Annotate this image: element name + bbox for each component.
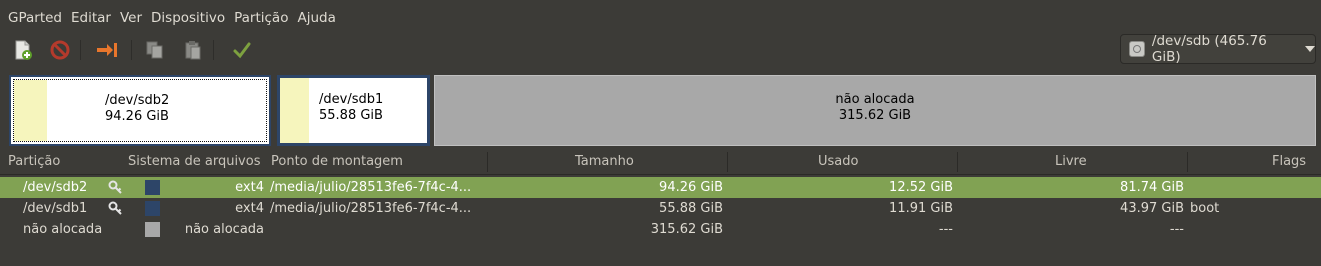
new-partition-button[interactable] [10, 37, 36, 63]
cell-mountpoint: /media/julio/28513fe6-7f4c-4... [270, 180, 472, 195]
partition-block-unallocated[interactable]: não alocada 315.62 GiB [434, 75, 1316, 146]
menu-ver[interactable]: Ver [115, 10, 146, 26]
toolbar-separator [213, 40, 214, 60]
cell-size: 94.26 GiB [659, 180, 723, 195]
cell-mountpoint: /media/julio/28513fe6-7f4c-4... [270, 201, 472, 216]
filesystem-color-swatch [145, 222, 160, 237]
column-divider [1187, 152, 1188, 172]
cell-size: 315.62 GiB [650, 222, 723, 237]
toolbar-separator [131, 40, 132, 60]
menu-particao[interactable]: Partição [229, 10, 292, 26]
partition-block-sdb2[interactable]: /dev/sdb2 94.26 GiB [9, 75, 271, 146]
cell-size: 55.88 GiB [659, 201, 723, 216]
device-label: /dev/sdb (465.76 GiB) [1151, 33, 1267, 65]
new-partition-icon [15, 40, 32, 60]
menu-gparted[interactable]: GParted [0, 10, 66, 26]
partition-size: 94.26 GiB [105, 109, 169, 124]
paste-icon [185, 41, 201, 60]
filesystem-color-swatch [145, 180, 160, 195]
apply-button[interactable] [229, 37, 255, 63]
column-divider [957, 152, 958, 172]
partition-block-text: /dev/sdb2 94.26 GiB [105, 93, 169, 125]
apply-icon [233, 42, 251, 59]
cell-free: 81.74 GiB [1120, 180, 1184, 195]
used-space-bar [280, 78, 309, 143]
resize-move-icon [97, 43, 117, 57]
partition-block-sdb1[interactable]: /dev/sdb1 55.88 GiB [277, 75, 430, 146]
table-row[interactable]: não alocada não alocada 315.62 GiB --- -… [0, 219, 1321, 240]
menu-editar[interactable]: Editar [66, 10, 115, 26]
cell-free: 43.97 GiB [1120, 201, 1184, 216]
table-header: Partição Sistema de arquivos Ponto de mo… [0, 150, 1321, 175]
cell-used: 12.52 GiB [889, 180, 953, 195]
paste-button[interactable] [180, 37, 206, 63]
key-icon [108, 201, 122, 215]
menu-ajuda[interactable]: Ajuda [292, 10, 339, 26]
partition-map: /dev/sdb2 94.26 GiB /dev/sdb1 55.88 GiB … [0, 70, 1321, 150]
cell-filesystem: ext4 [235, 201, 264, 216]
column-header-filesystem[interactable]: Sistema de arquivos [128, 150, 260, 174]
delete-partition-button[interactable] [47, 37, 73, 63]
delete-icon [50, 40, 70, 60]
cell-filesystem: ext4 [235, 180, 264, 195]
cell-partition: /dev/sdb1 [23, 201, 88, 216]
cell-used: 11.91 GiB [889, 201, 953, 216]
cell-used: --- [938, 222, 953, 237]
menu-bar: GParted Editar Ver Dispositivo Partição … [0, 0, 1321, 35]
column-header-partition[interactable]: Partição [8, 150, 60, 174]
column-header-flags[interactable]: Flags [1272, 150, 1306, 174]
partition-name: não alocada [835, 92, 915, 107]
partition-block-text: não alocada 315.62 GiB [435, 92, 1315, 124]
cell-partition: não alocada [23, 222, 103, 237]
partition-block-text: /dev/sdb1 55.88 GiB [319, 92, 383, 124]
column-header-mountpoint[interactable]: Ponto de montagem [271, 150, 403, 174]
partition-table: Partição Sistema de arquivos Ponto de mo… [0, 150, 1321, 240]
partition-size: 315.62 GiB [838, 108, 912, 123]
menu-dispositivo[interactable]: Dispositivo [146, 10, 229, 26]
filesystem-color-swatch [145, 201, 160, 216]
table-row[interactable]: /dev/sdb2 ext4 /media/julio/28513fe6-7f4… [0, 177, 1321, 198]
resize-move-button[interactable] [94, 37, 120, 63]
copy-icon [146, 41, 163, 59]
table-row[interactable]: /dev/sdb1 ext4 /media/julio/28513fe6-7f4… [0, 198, 1321, 219]
column-header-used[interactable]: Usado [818, 150, 858, 174]
partition-name: /dev/sdb2 [105, 93, 170, 108]
column-header-free[interactable]: Livre [1055, 150, 1087, 174]
copy-button[interactable] [142, 37, 168, 63]
partition-size: 55.88 GiB [319, 108, 383, 123]
key-icon [108, 180, 122, 194]
device-select[interactable]: /dev/sdb (465.76 GiB) [1120, 33, 1316, 65]
cell-flags: boot [1190, 201, 1220, 216]
column-divider [487, 152, 488, 172]
toolbar-separator [80, 40, 81, 60]
disk-icon [1129, 41, 1145, 57]
cell-filesystem: não alocada [184, 222, 264, 237]
cell-free: --- [1169, 222, 1184, 237]
cell-partition: /dev/sdb2 [23, 180, 88, 195]
column-header-size[interactable]: Tamanho [575, 150, 634, 174]
chevron-down-icon [1305, 46, 1315, 52]
column-divider [727, 152, 728, 172]
partition-name: /dev/sdb1 [319, 92, 384, 107]
